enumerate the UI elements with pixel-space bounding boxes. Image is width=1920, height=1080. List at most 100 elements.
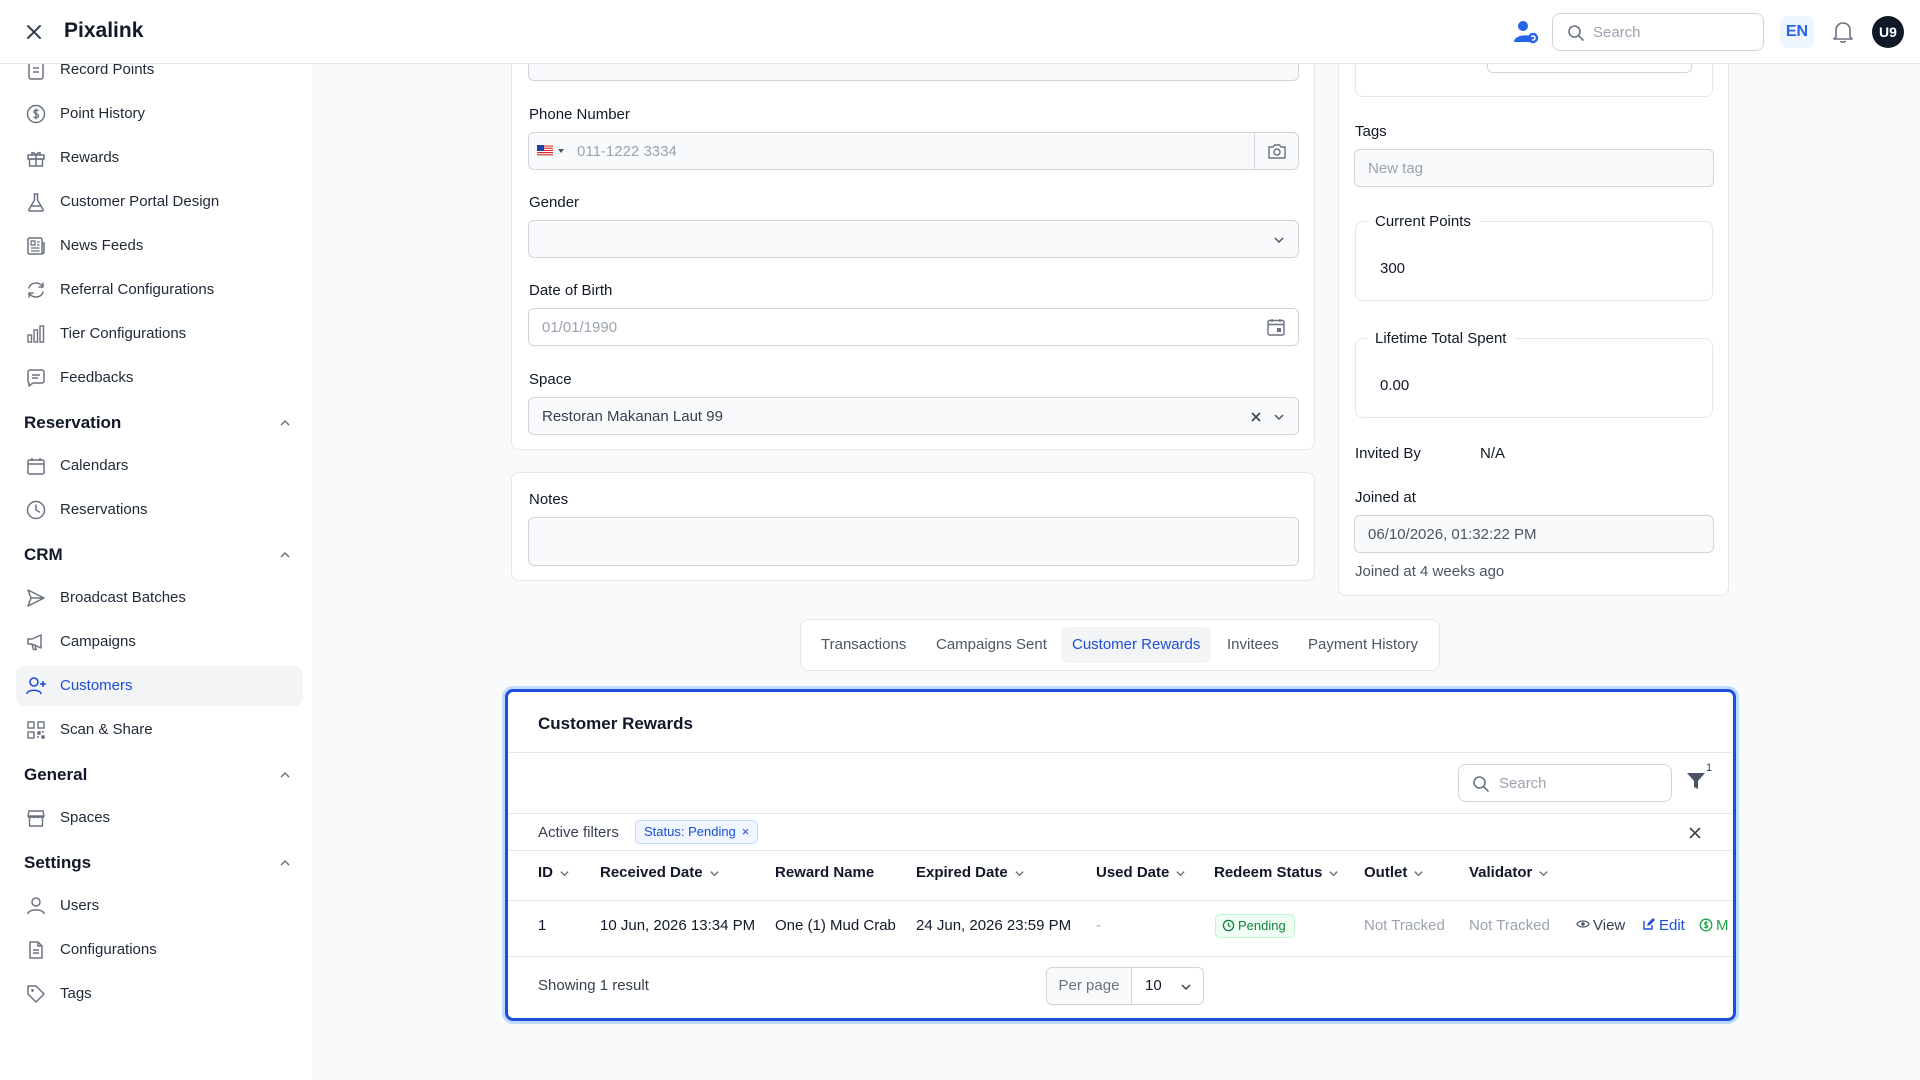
sidebar-item-rewards[interactable]: Rewards — [16, 138, 303, 178]
column-header-outlet[interactable]: Outlet — [1364, 864, 1424, 881]
global-search[interactable] — [1552, 13, 1764, 51]
close-icon[interactable] — [22, 20, 46, 44]
phone-field[interactable]: 011-1222 3334 — [528, 132, 1299, 170]
per-page-select[interactable]: Per page 10 — [1046, 967, 1204, 1005]
sidebar-item-campaigns[interactable]: Campaigns — [16, 622, 303, 662]
section-general[interactable]: General — [24, 760, 300, 790]
user-settings-icon[interactable] — [1512, 18, 1540, 46]
tag-icon — [27, 985, 45, 1003]
sidebar-item-label: Reservations — [60, 501, 148, 518]
sidebar-item-reservations[interactable]: Reservations — [16, 490, 303, 530]
country-code-select[interactable] — [537, 144, 567, 158]
chevron-down-icon — [709, 870, 719, 876]
filter-icon[interactable] — [1685, 770, 1707, 792]
sidebar-item-calendars[interactable]: Calendars — [16, 446, 303, 486]
section-settings[interactable]: Settings — [24, 848, 300, 878]
sidebar-item-tier-configurations[interactable]: Tier Configurations — [16, 314, 303, 354]
cell-outlet: Not Tracked — [1364, 917, 1445, 934]
sidebar-item-label: Feedbacks — [60, 369, 134, 386]
megaphone-icon — [27, 634, 42, 651]
filter-chip-status[interactable]: Status: Pending × — [635, 820, 759, 844]
sidebar-item-customer-portal-design[interactable]: Customer Portal Design — [16, 182, 303, 222]
chevron-down-icon — [1181, 984, 1191, 991]
space-select[interactable]: Restoran Makanan Laut 99 — [528, 397, 1299, 435]
cell-used-date: - — [1096, 917, 1101, 934]
sidebar-item-label: News Feeds — [60, 237, 144, 254]
chevron-down-icon — [560, 870, 569, 876]
chevron-up-icon — [280, 859, 290, 866]
column-header-redeem-status[interactable]: Redeem Status — [1214, 864, 1339, 881]
calendar-icon — [27, 458, 45, 475]
bell-icon[interactable] — [1830, 19, 1856, 45]
tab-campaigns-sent[interactable]: Campaigns Sent — [925, 627, 1058, 663]
user-plus-icon — [26, 677, 46, 695]
bar-chart-icon — [27, 325, 45, 343]
rewards-search-input[interactable] — [1499, 773, 1659, 793]
edit-action[interactable]: Edit — [1642, 917, 1685, 934]
send-icon — [27, 589, 45, 607]
column-header-used-date[interactable]: Used Date — [1096, 864, 1186, 881]
sidebar-item-referral-configurations[interactable]: Referral Configurations — [16, 270, 303, 310]
divider — [508, 956, 1733, 957]
sidebar-item-label: Scan & Share — [60, 721, 153, 738]
sidebar-item-broadcast-batches[interactable]: Broadcast Batches — [16, 578, 303, 618]
document-icon — [29, 941, 43, 959]
sidebar-item-point-history[interactable]: Point History — [16, 94, 303, 134]
filter-count-badge: 1 — [1706, 762, 1713, 774]
sidebar-item-feedbacks[interactable]: Feedbacks — [16, 358, 303, 398]
calendar-icon[interactable] — [1266, 317, 1286, 337]
chevron-down-icon — [1329, 870, 1339, 876]
remove-filter-icon[interactable]: × — [742, 824, 750, 839]
sidebar-item-customers[interactable]: Customers — [16, 666, 303, 706]
edit-icon — [1643, 918, 1655, 930]
column-header-expired-date[interactable]: Expired Date — [916, 864, 1025, 881]
message-icon — [27, 369, 45, 387]
sidebar-item-label: Spaces — [60, 809, 111, 826]
column-header-reward-name: Reward Name — [775, 864, 874, 881]
space-value: Restoran Makanan Laut 99 — [542, 408, 723, 425]
sidebar-item-news-feeds[interactable]: News Feeds — [16, 226, 303, 266]
camera-button[interactable] — [1254, 133, 1298, 169]
sidebar-item-configurations[interactable]: Configurations — [16, 930, 303, 970]
tab-payment-history[interactable]: Payment History — [1297, 627, 1429, 663]
sidebar-item-scan-share[interactable]: Scan & Share — [16, 710, 303, 750]
view-action[interactable]: View — [1576, 917, 1625, 934]
clear-filters-icon[interactable] — [1688, 826, 1702, 840]
cell-validator: Not Tracked — [1469, 917, 1550, 934]
dollar-circle-icon — [1699, 918, 1713, 932]
language-button[interactable]: EN — [1780, 16, 1814, 48]
avatar[interactable]: U9 — [1872, 16, 1904, 48]
mark-action[interactable]: M — [1699, 917, 1729, 934]
newspaper-icon — [27, 237, 45, 255]
tags-input[interactable]: New tag — [1354, 149, 1714, 187]
gender-select[interactable] — [528, 220, 1299, 258]
column-header-label: Validator — [1469, 864, 1533, 881]
tab-invitees[interactable]: Invitees — [1216, 627, 1290, 663]
sidebar-item-spaces[interactable]: Spaces — [16, 798, 303, 838]
section-reservation[interactable]: Reservation — [24, 408, 300, 438]
chevron-down-icon — [1539, 870, 1549, 876]
customer-rewards-panel: Customer Rewards 1 Active filters Status… — [505, 689, 1736, 1021]
search-icon — [1568, 25, 1584, 41]
joined-at-value: 06/10/2026, 01:32:22 PM — [1368, 526, 1537, 543]
edit-label: Edit — [1659, 917, 1685, 934]
cell-reward-name: One (1) Mud Crab — [775, 917, 896, 934]
notes-field[interactable] — [528, 517, 1299, 566]
tab-customer-rewards[interactable]: Customer Rewards — [1061, 627, 1212, 663]
caret-down-icon — [558, 149, 564, 153]
clear-icon[interactable] — [1250, 411, 1262, 423]
sidebar-item-tags[interactable]: Tags — [16, 974, 303, 1014]
us-flag-icon — [537, 145, 553, 156]
section-crm[interactable]: CRM — [24, 540, 300, 570]
column-header-id[interactable]: ID — [538, 864, 570, 881]
column-header-received-date[interactable]: Received Date — [600, 864, 720, 881]
global-search-input[interactable] — [1593, 22, 1753, 42]
chevron-up-icon — [280, 419, 290, 426]
column-header-validator[interactable]: Validator — [1469, 864, 1549, 881]
sidebar-item-users[interactable]: Users — [16, 886, 303, 926]
dob-field[interactable]: 01/01/1990 — [528, 308, 1299, 346]
divider — [508, 850, 1733, 851]
rewards-search[interactable] — [1458, 764, 1672, 802]
tags-placeholder: New tag — [1368, 160, 1424, 177]
tab-transactions[interactable]: Transactions — [810, 627, 917, 663]
